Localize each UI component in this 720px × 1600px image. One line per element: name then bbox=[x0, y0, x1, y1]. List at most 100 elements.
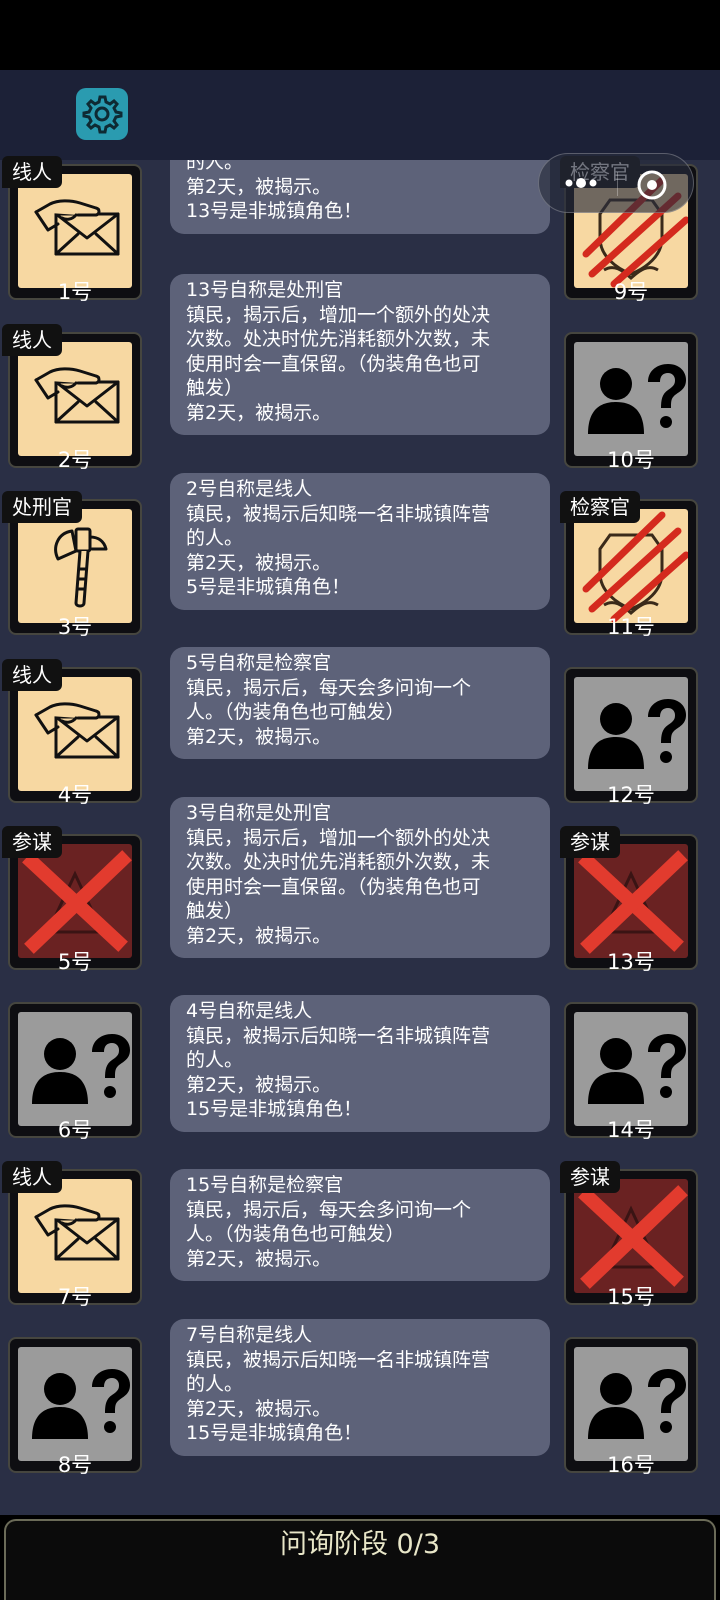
unknown-person-icon bbox=[588, 1369, 686, 1439]
message-line: 第2天，被揭示。 bbox=[186, 401, 332, 424]
unknown-person-icon bbox=[588, 1034, 686, 1104]
shield-slashed-icon bbox=[582, 511, 688, 623]
role-tag: 参谋 bbox=[560, 826, 620, 858]
message-card: 3号自称是处刑官 镇民，揭示后，增加一个额外的处决 次数。处决时优先消耗额外次数，未… bbox=[170, 797, 550, 958]
message-line: 7号自称是线人 bbox=[186, 1324, 313, 1346]
role-tag: 检察官 bbox=[560, 491, 640, 523]
status-bar bbox=[0, 0, 720, 70]
reveal-log[interactable]: 的人。 第2天，被揭示。 13号是非城镇角色！ 13号自称是处刑官 镇民，揭示后，增加一… bbox=[170, 160, 550, 1515]
role-tag: 线人 bbox=[2, 1161, 62, 1193]
player-number: 11号 bbox=[607, 615, 655, 639]
message-card: 5号自称是检察官 镇民，揭示后，每天会多问询一个 人。（伪装角色也可触发） 第2天，被… bbox=[170, 647, 550, 759]
more-dots-icon[interactable] bbox=[561, 166, 601, 200]
player-card[interactable]: 16号 bbox=[564, 1337, 698, 1477]
message-line: 的人。 bbox=[186, 527, 244, 549]
message-line: 触发） bbox=[186, 377, 244, 399]
message-line: 第2天，被揭示。 bbox=[186, 725, 332, 748]
red-x-icon bbox=[22, 850, 132, 954]
role-portrait bbox=[18, 342, 132, 456]
message-line: 使用时会一直保留。（伪装角色也可 bbox=[186, 875, 481, 898]
settings-button[interactable] bbox=[76, 88, 128, 140]
player-card[interactable]: 14号 bbox=[564, 1002, 698, 1142]
role-portrait bbox=[574, 509, 688, 623]
message-line: 13号自称是处刑官 bbox=[186, 279, 344, 301]
role-portrait bbox=[18, 1347, 132, 1461]
role-portrait bbox=[18, 1179, 132, 1293]
player-number: 16号 bbox=[607, 1453, 655, 1477]
message-line: 人。（伪装角色也可触发） bbox=[186, 1223, 405, 1245]
message-line: 的人。 bbox=[186, 1049, 244, 1071]
message-line: 次数。处决时优先消耗额外次数，未 bbox=[186, 328, 491, 350]
message-line: 人。（伪装角色也可触发） bbox=[186, 701, 405, 723]
role-tag: 线人 bbox=[2, 156, 62, 188]
role-portrait bbox=[574, 342, 688, 456]
message-line: 第2天，被揭示。 bbox=[186, 175, 332, 198]
role-tag: 线人 bbox=[2, 324, 62, 356]
message-line: 第2天，被揭示。 bbox=[186, 924, 332, 947]
message-card: 13号自称是处刑官 镇民，揭示后，增加一个额外的处决 次数。处决时优先消耗额外次数，… bbox=[170, 274, 550, 435]
role-tag: 参谋 bbox=[560, 1161, 620, 1193]
role-tag: 线人 bbox=[2, 659, 62, 691]
role-portrait bbox=[18, 509, 132, 623]
message-line: 第2天，被揭示。 bbox=[186, 1397, 332, 1420]
player-number: 15号 bbox=[607, 1285, 655, 1309]
player-number: 12号 bbox=[607, 783, 655, 807]
message-line: 使用时会一直保留。（伪装角色也可 bbox=[186, 352, 481, 375]
role-portrait bbox=[18, 174, 132, 288]
message-card: 2号自称是线人 镇民，被揭示后知晓一名非城镇阵营 的人。 第2天，被揭示。 5号是非城镇… bbox=[170, 473, 550, 610]
message-card: 15号自称是检察官 镇民，揭示后，每天会多问询一个 人。（伪装角色也可触发） 第2天，… bbox=[170, 1169, 550, 1281]
close-circle-icon[interactable] bbox=[635, 168, 669, 202]
player-number: 1号 bbox=[57, 280, 93, 304]
role-portrait bbox=[18, 677, 132, 791]
player-card[interactable]: 6号 bbox=[8, 1002, 142, 1142]
message-line: 5号自称是检察官 bbox=[186, 652, 332, 674]
envelope-hand-icon bbox=[34, 702, 120, 759]
envelope-hand-icon bbox=[34, 1204, 120, 1261]
player-number: 10号 bbox=[607, 448, 655, 472]
mini-program-capsule bbox=[538, 153, 694, 213]
unknown-person-icon bbox=[32, 1369, 130, 1439]
role-tag: 处刑官 bbox=[2, 491, 82, 523]
player-card[interactable]: 12号 bbox=[564, 667, 698, 807]
player-card[interactable]: 10号 bbox=[564, 332, 698, 472]
gear-icon bbox=[82, 95, 123, 134]
message-line: 镇民，被揭示后知晓一名非城镇阵营 bbox=[186, 1348, 491, 1371]
message-card: 7号自称是线人 镇民，被揭示后知晓一名非城镇阵营 的人。 第2天，被揭示。 15号是非城… bbox=[170, 1319, 550, 1456]
message-card: 的人。 第2天，被揭示。 13号是非城镇角色！ bbox=[170, 160, 550, 234]
message-line: 镇民，揭示后，增加一个额外的处决 bbox=[186, 303, 491, 326]
message-line: 5号是非城镇角色！ bbox=[186, 576, 351, 598]
role-portrait bbox=[574, 677, 688, 791]
message-line: 镇民，揭示后，每天会多问询一个 bbox=[186, 676, 472, 699]
role-portrait bbox=[18, 1012, 132, 1126]
player-number: 7号 bbox=[57, 1285, 93, 1309]
player-number: 9号 bbox=[613, 280, 649, 304]
player-number: 2号 bbox=[57, 448, 93, 472]
role-portrait bbox=[574, 1179, 688, 1293]
message-line: 4号自称是线人 bbox=[186, 1000, 313, 1022]
player-number: 13号 bbox=[607, 950, 655, 974]
unknown-person-icon bbox=[588, 699, 686, 769]
message-line: 次数。处决时优先消耗额外次数，未 bbox=[186, 851, 491, 873]
player-number: 14号 bbox=[607, 1118, 655, 1142]
message-line: 第2天，被揭示。 bbox=[186, 551, 332, 574]
message-line: 2号自称是线人 bbox=[186, 478, 313, 500]
player-number: 8号 bbox=[57, 1453, 93, 1477]
message-line: 的人。 bbox=[186, 1373, 244, 1395]
envelope-hand-icon bbox=[34, 199, 120, 256]
capsule-divider bbox=[617, 172, 618, 196]
player-number: 6号 bbox=[57, 1118, 93, 1142]
message-line: 触发） bbox=[186, 900, 244, 922]
player-number: 4号 bbox=[57, 783, 93, 807]
envelope-hand-icon bbox=[34, 367, 120, 424]
player-card[interactable]: 8号 bbox=[8, 1337, 142, 1477]
phase-indicator: 问询阶段 0/3 bbox=[4, 1519, 716, 1600]
message-line: 第2天，被揭示。 bbox=[186, 1247, 332, 1270]
role-portrait bbox=[18, 844, 132, 958]
message-line: 镇民，被揭示后知晓一名非城镇阵营 bbox=[186, 1024, 491, 1047]
message-line: 15号自称是检察官 bbox=[186, 1174, 344, 1196]
player-number: 3号 bbox=[57, 615, 93, 639]
axe-icon bbox=[54, 527, 108, 608]
role-portrait bbox=[574, 844, 688, 958]
unknown-person-icon bbox=[32, 1034, 130, 1104]
role-portrait bbox=[574, 1347, 688, 1461]
